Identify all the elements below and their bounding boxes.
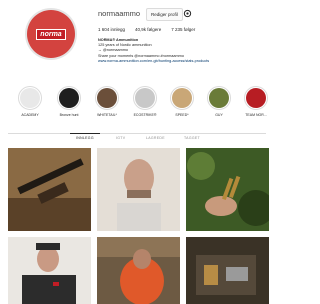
active-tab-indicator: [70, 133, 100, 134]
norma-logo: norma: [36, 28, 66, 40]
highlight-label: ACADEMY: [21, 113, 39, 117]
highlight-guy[interactable]: GUY: [203, 86, 235, 117]
highlight-academy[interactable]: ACADEMY: [14, 86, 46, 117]
highlight-cover: [97, 88, 117, 108]
highlight-ring: [95, 86, 119, 110]
highlight-cover: [59, 88, 79, 108]
following-count[interactable]: 7 235 følger: [171, 27, 195, 32]
highlight-cover: [246, 88, 266, 108]
post-image: [8, 237, 91, 304]
tab-saved[interactable]: LAGREDE: [146, 136, 165, 140]
highlight-label: GUY: [215, 113, 223, 117]
post-man-portrait[interactable]: [97, 148, 180, 231]
highlight-cover: [135, 88, 155, 108]
highlight-label: WHITETAIL*: [97, 113, 117, 117]
gear-icon[interactable]: [183, 9, 192, 18]
followers-count[interactable]: 40,9k følgere: [135, 27, 161, 32]
post-gear[interactable]: [186, 237, 269, 304]
profile-avatar[interactable]: norma: [25, 8, 77, 60]
username: normaammo: [98, 9, 141, 18]
highlight-cover: [20, 88, 40, 108]
highlight-ring: [170, 86, 194, 110]
highlight-ring: [57, 86, 81, 110]
tab-igtv[interactable]: IGTV: [116, 136, 125, 140]
post-image: [97, 148, 180, 231]
avatar-image: norma: [27, 10, 75, 58]
post-image: [186, 237, 269, 304]
highlight-ring: [133, 86, 157, 110]
tab-posts[interactable]: INNLEGG: [76, 136, 94, 140]
post-rifle[interactable]: [8, 148, 91, 231]
highlight-whitetail[interactable]: WHITETAIL*: [91, 86, 123, 117]
highlight-ring: [244, 86, 268, 110]
tab-tagged[interactable]: TAGGET: [184, 136, 200, 140]
highlight-label: Bronze hunt: [59, 113, 79, 117]
post-man-cap[interactable]: [8, 237, 91, 304]
posts-count[interactable]: 1 604 innlegg: [98, 27, 125, 32]
highlight-speed[interactable]: SPEED*: [166, 86, 198, 117]
highlight-label: TEAM NOR...: [245, 113, 267, 117]
post-hunter-orange[interactable]: [97, 237, 180, 304]
profile-stats: 1 604 innlegg 40,9k følgere 7 235 følger: [98, 27, 195, 32]
post-image: [97, 237, 180, 304]
highlight-ring: [207, 86, 231, 110]
profile-bio: NORMA® Ammunition 125 years of Nordic am…: [98, 38, 268, 64]
story-highlights: ACADEMY Bronze hunt WHITETAIL* ECOSTRIKE…: [0, 86, 274, 120]
profile-header: norma normaammo Rediger profil 1 604 inn…: [0, 0, 274, 82]
highlight-team-norma[interactable]: TEAM NOR...: [240, 86, 272, 117]
tabs-divider: [8, 133, 266, 134]
highlight-bronze-hunt[interactable]: Bronze hunt: [53, 86, 85, 117]
post-image: [186, 148, 269, 231]
highlight-label: SPEED*: [175, 113, 189, 117]
highlight-cover: [209, 88, 229, 108]
bio-link[interactable]: www.norma-ammunition.com/en-gb/hunting-a…: [98, 59, 268, 64]
highlight-ecostrike[interactable]: ECOSTRIKE®: [129, 86, 161, 117]
edit-profile-button[interactable]: Rediger profil: [146, 8, 183, 21]
highlight-cover: [172, 88, 192, 108]
post-cartridges-hand[interactable]: [186, 148, 269, 231]
profile-tabs: INNLEGG IGTV LAGREDE TAGGET: [0, 136, 274, 144]
highlight-ring: [18, 86, 42, 110]
post-image: [8, 148, 91, 231]
highlight-label: ECOSTRIKE®: [133, 113, 157, 117]
